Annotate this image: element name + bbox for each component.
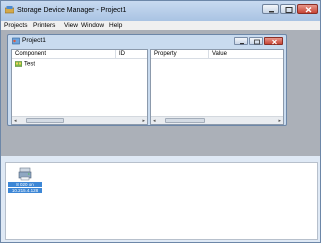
app-window: Storage Device Manager - Project1 Projec… bbox=[0, 0, 321, 243]
property-hscrollbar[interactable]: ◂ ▸ bbox=[151, 116, 283, 124]
window-title: Storage Device Manager - Project1 bbox=[17, 7, 127, 14]
menu-help[interactable]: Help bbox=[109, 22, 122, 29]
close-button[interactable] bbox=[297, 4, 318, 14]
device-address: 10.215.4.128 bbox=[8, 188, 42, 193]
scroll-right-icon[interactable]: ▸ bbox=[278, 118, 281, 124]
minimize-icon bbox=[240, 43, 244, 45]
scroll-right-icon[interactable]: ▸ bbox=[142, 118, 145, 124]
project-title-bar[interactable]: Project1 bbox=[8, 35, 286, 47]
device-name: 8 020 on bbox=[8, 182, 42, 187]
project-minimize-button[interactable] bbox=[234, 37, 248, 45]
maximize-icon bbox=[285, 7, 293, 13]
minimize-icon bbox=[269, 11, 274, 13]
column-header-property[interactable]: Property bbox=[151, 50, 209, 59]
scroll-thumb[interactable] bbox=[26, 118, 64, 123]
scroll-left-icon[interactable]: ◂ bbox=[14, 118, 17, 124]
column-header-value[interactable]: Value bbox=[209, 50, 283, 59]
component-pane: Component ID Test ◂ ▸ bbox=[11, 49, 148, 125]
close-icon bbox=[272, 39, 277, 45]
project-window: Project1 Component ID Test ◂ ▸ Property … bbox=[7, 34, 287, 126]
menu-projects[interactable]: Projects bbox=[4, 22, 27, 29]
title-bar[interactable]: Storage Device Manager - Project1 bbox=[1, 1, 320, 21]
project-title: Project1 bbox=[22, 37, 46, 44]
component-hscrollbar[interactable]: ◂ ▸ bbox=[12, 116, 147, 124]
scroll-thumb[interactable] bbox=[165, 118, 205, 123]
maximize-button[interactable] bbox=[280, 4, 296, 14]
tree-item-label: Test bbox=[24, 61, 36, 68]
column-header-component[interactable]: Component bbox=[12, 50, 116, 59]
menu-printers[interactable]: Printers bbox=[33, 22, 55, 29]
scroll-left-icon[interactable]: ◂ bbox=[153, 118, 156, 124]
property-pane: Property Value ◂ ▸ bbox=[150, 49, 284, 125]
project-close-button[interactable] bbox=[264, 37, 283, 45]
printer-icon bbox=[18, 167, 32, 181]
mdi-workspace: Project1 Component ID Test ◂ ▸ Property … bbox=[1, 30, 320, 156]
menu-window[interactable]: Window bbox=[81, 22, 104, 29]
menu-bar: Projects Printers View Window Help bbox=[1, 21, 320, 30]
minimize-button[interactable] bbox=[262, 4, 279, 14]
close-icon bbox=[305, 6, 312, 13]
menu-view[interactable]: View bbox=[64, 22, 78, 29]
project-icon bbox=[12, 37, 20, 45]
column-header-id[interactable]: ID bbox=[116, 50, 147, 59]
group-icon bbox=[15, 61, 22, 67]
app-icon bbox=[5, 6, 14, 14]
device-item[interactable]: 8 020 on 10.215.4.128 bbox=[8, 167, 42, 193]
tree-item-test[interactable]: Test bbox=[15, 61, 35, 69]
device-list-pane: 8 020 on 10.215.4.128 bbox=[5, 162, 318, 240]
restore-icon bbox=[254, 39, 260, 45]
project-maximize-button[interactable] bbox=[249, 37, 263, 45]
